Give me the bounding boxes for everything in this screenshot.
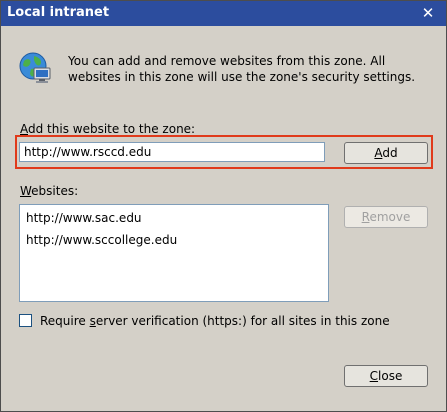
close-button-mnemonic: C: [369, 369, 379, 383]
require-https-label-post: erver verification (https:) for all site…: [95, 314, 390, 328]
close-icon[interactable]: ✕: [418, 3, 438, 23]
globe-computer-icon: [19, 52, 51, 83]
add-button-label: dd: [382, 146, 398, 160]
title-bar[interactable]: Local intranet ✕: [1, 1, 446, 26]
add-website-label-text: dd this website to the zone:: [28, 122, 196, 136]
remove-button[interactable]: Remove: [344, 206, 428, 228]
websites-list[interactable]: http://www.sac.edu http://www.sccollege.…: [19, 204, 329, 302]
add-website-input[interactable]: [19, 142, 325, 162]
local-intranet-dialog: Local intranet ✕ You can add and remove …: [0, 0, 447, 412]
dialog-content: You can add and remove websites from thi…: [8, 26, 437, 406]
require-https-label-pre: Require: [40, 314, 90, 328]
require-https-checkbox[interactable]: [19, 314, 32, 327]
add-website-label: Add this website to the zone:: [20, 122, 195, 136]
require-https-label[interactable]: Require server verification (https:) for…: [40, 314, 390, 328]
list-item[interactable]: http://www.sccollege.edu: [26, 230, 322, 252]
list-item[interactable]: http://www.sac.edu: [26, 208, 322, 230]
intro-text: You can add and remove websites from thi…: [68, 54, 416, 84]
websites-label-text: ebsites:: [31, 184, 79, 198]
websites-label-mnemonic: W: [20, 184, 32, 198]
dialog-title: Local intranet: [7, 5, 110, 20]
websites-label: Websites:: [20, 184, 78, 198]
remove-button-label: emove: [369, 210, 411, 224]
add-website-label-mnemonic: A: [20, 122, 28, 136]
close-button[interactable]: Close: [344, 365, 428, 387]
add-button[interactable]: Add: [344, 142, 428, 164]
close-button-label: lose: [378, 369, 403, 383]
